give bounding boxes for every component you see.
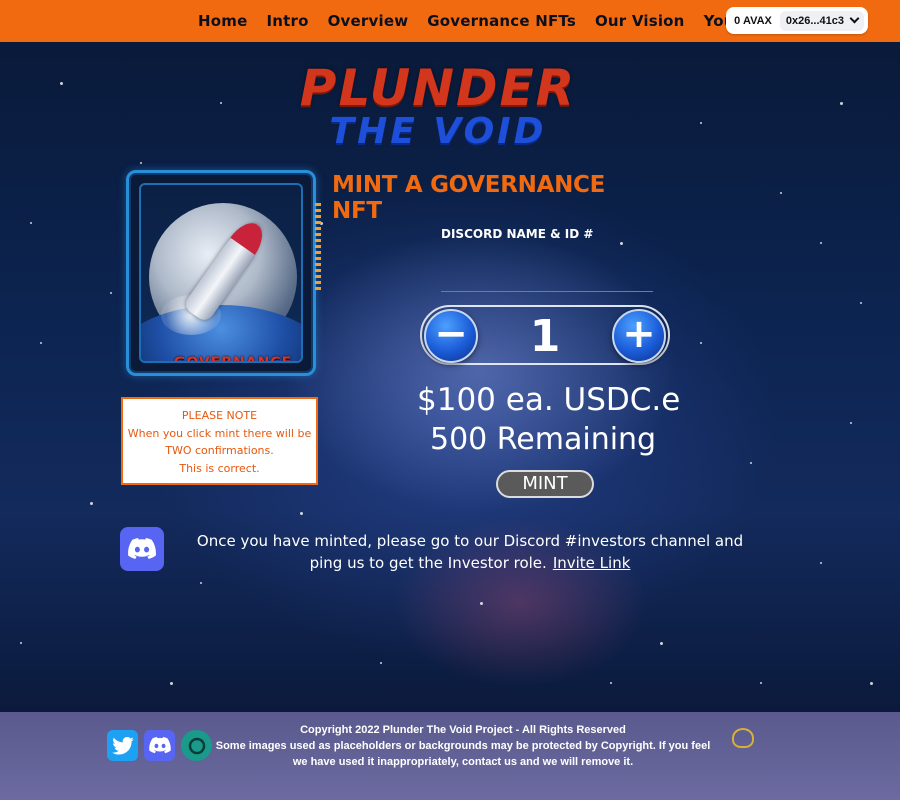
- wallet-address-button[interactable]: 0x26...41c3: [779, 10, 864, 31]
- star: [860, 302, 862, 304]
- cat-emblem-icon: [732, 728, 754, 748]
- decrease-quantity-button[interactable]: −: [424, 309, 478, 363]
- star: [780, 192, 782, 194]
- mint-note-box: PLEASE NOTE When you click mint there wi…: [121, 397, 318, 485]
- chevron-down-icon: [849, 13, 860, 24]
- wallet-widget[interactable]: 0 AVAX 0x26...41c3: [726, 7, 868, 34]
- card-stripe-decoration: [315, 203, 321, 293]
- wallet-address: 0x26...41c3: [785, 14, 844, 27]
- nav-intro[interactable]: Intro: [266, 12, 308, 30]
- star: [220, 102, 222, 104]
- price-text: $100 ea. USDC.e: [417, 382, 681, 418]
- logo-line-2: THE VOID: [329, 111, 547, 152]
- star: [60, 82, 63, 85]
- star: [850, 422, 852, 424]
- star: [20, 642, 22, 644]
- plunder-the-void-logo: PLUNDER THE VOID: [258, 62, 618, 152]
- mint-button[interactable]: MINT: [496, 470, 594, 498]
- nft-card-label: GOVERNANCE: [173, 355, 293, 363]
- mint-title: MINT A GOVERNANCE NFT: [332, 172, 606, 224]
- star: [820, 242, 822, 244]
- quantity-value: 1: [529, 311, 561, 362]
- copyright-text: Copyright 2022 Plunder The Void Project …: [300, 724, 626, 736]
- discord-icon[interactable]: [120, 527, 164, 571]
- note-text-3: This is correct.: [179, 461, 260, 475]
- nav-our-vision[interactable]: Our Vision: [595, 12, 685, 30]
- note-text-2: TWO confirmations.: [165, 444, 274, 457]
- star: [820, 562, 822, 564]
- twitter-logo-svg: [111, 736, 134, 755]
- star: [300, 512, 303, 515]
- discord-instruction-text: Once you have minted, please go to our D…: [196, 532, 744, 572]
- footer-discord-logo-svg: [148, 737, 171, 754]
- star: [610, 682, 612, 684]
- discord-invite-link[interactable]: Invite Link: [553, 554, 631, 572]
- star: [30, 222, 32, 224]
- discord-logo-svg: [128, 538, 156, 559]
- star: [660, 642, 663, 645]
- star: [380, 662, 382, 664]
- star: [170, 682, 173, 685]
- star: [700, 122, 702, 124]
- coinmarketcap-logo-svg: [188, 737, 205, 754]
- main-nav: Home Intro Overview Governance NFTs Our …: [198, 0, 806, 42]
- note-heading: PLEASE NOTE: [181, 409, 258, 422]
- wallet-balance: 0 AVAX: [734, 14, 772, 27]
- star: [140, 162, 142, 164]
- star: [90, 502, 93, 505]
- star: [700, 342, 702, 344]
- quantity-stepper: − 1 +: [420, 305, 670, 365]
- star: [750, 462, 752, 464]
- note-text-1: When you click mint there will be: [127, 426, 312, 440]
- remaining-text: 500 Remaining: [430, 422, 657, 457]
- star: [620, 242, 623, 245]
- star: [200, 582, 202, 584]
- nav-governance-nfts[interactable]: Governance NFTs: [427, 12, 576, 30]
- footer-text: Copyright 2022 Plunder The Void Project …: [208, 722, 718, 770]
- increase-quantity-button[interactable]: +: [612, 309, 666, 363]
- footer-brand-logo: [718, 728, 768, 764]
- nav-overview[interactable]: Overview: [328, 12, 409, 30]
- discord-name-label: DISCORD NAME & ID #: [441, 227, 594, 241]
- logo-line-1: PLUNDER: [299, 59, 577, 117]
- discord-name-input[interactable]: [441, 266, 653, 292]
- governance-nft-card: GOVERNANCE: [126, 170, 321, 376]
- star: [870, 682, 873, 685]
- twitter-icon[interactable]: [107, 730, 138, 761]
- star: [110, 292, 112, 294]
- star: [840, 102, 843, 105]
- nft-artwork: GOVERNANCE: [139, 183, 303, 363]
- star: [480, 602, 483, 605]
- top-nav-bar: Home Intro Overview Governance NFTs Our …: [0, 0, 900, 42]
- discord-instruction: Once you have minted, please go to our D…: [180, 530, 760, 574]
- star: [40, 342, 42, 344]
- nav-home[interactable]: Home: [198, 12, 247, 30]
- footer-discord-icon[interactable]: [144, 730, 175, 761]
- disclaimer-text: Some images used as placeholders or back…: [215, 740, 711, 768]
- star: [760, 682, 762, 684]
